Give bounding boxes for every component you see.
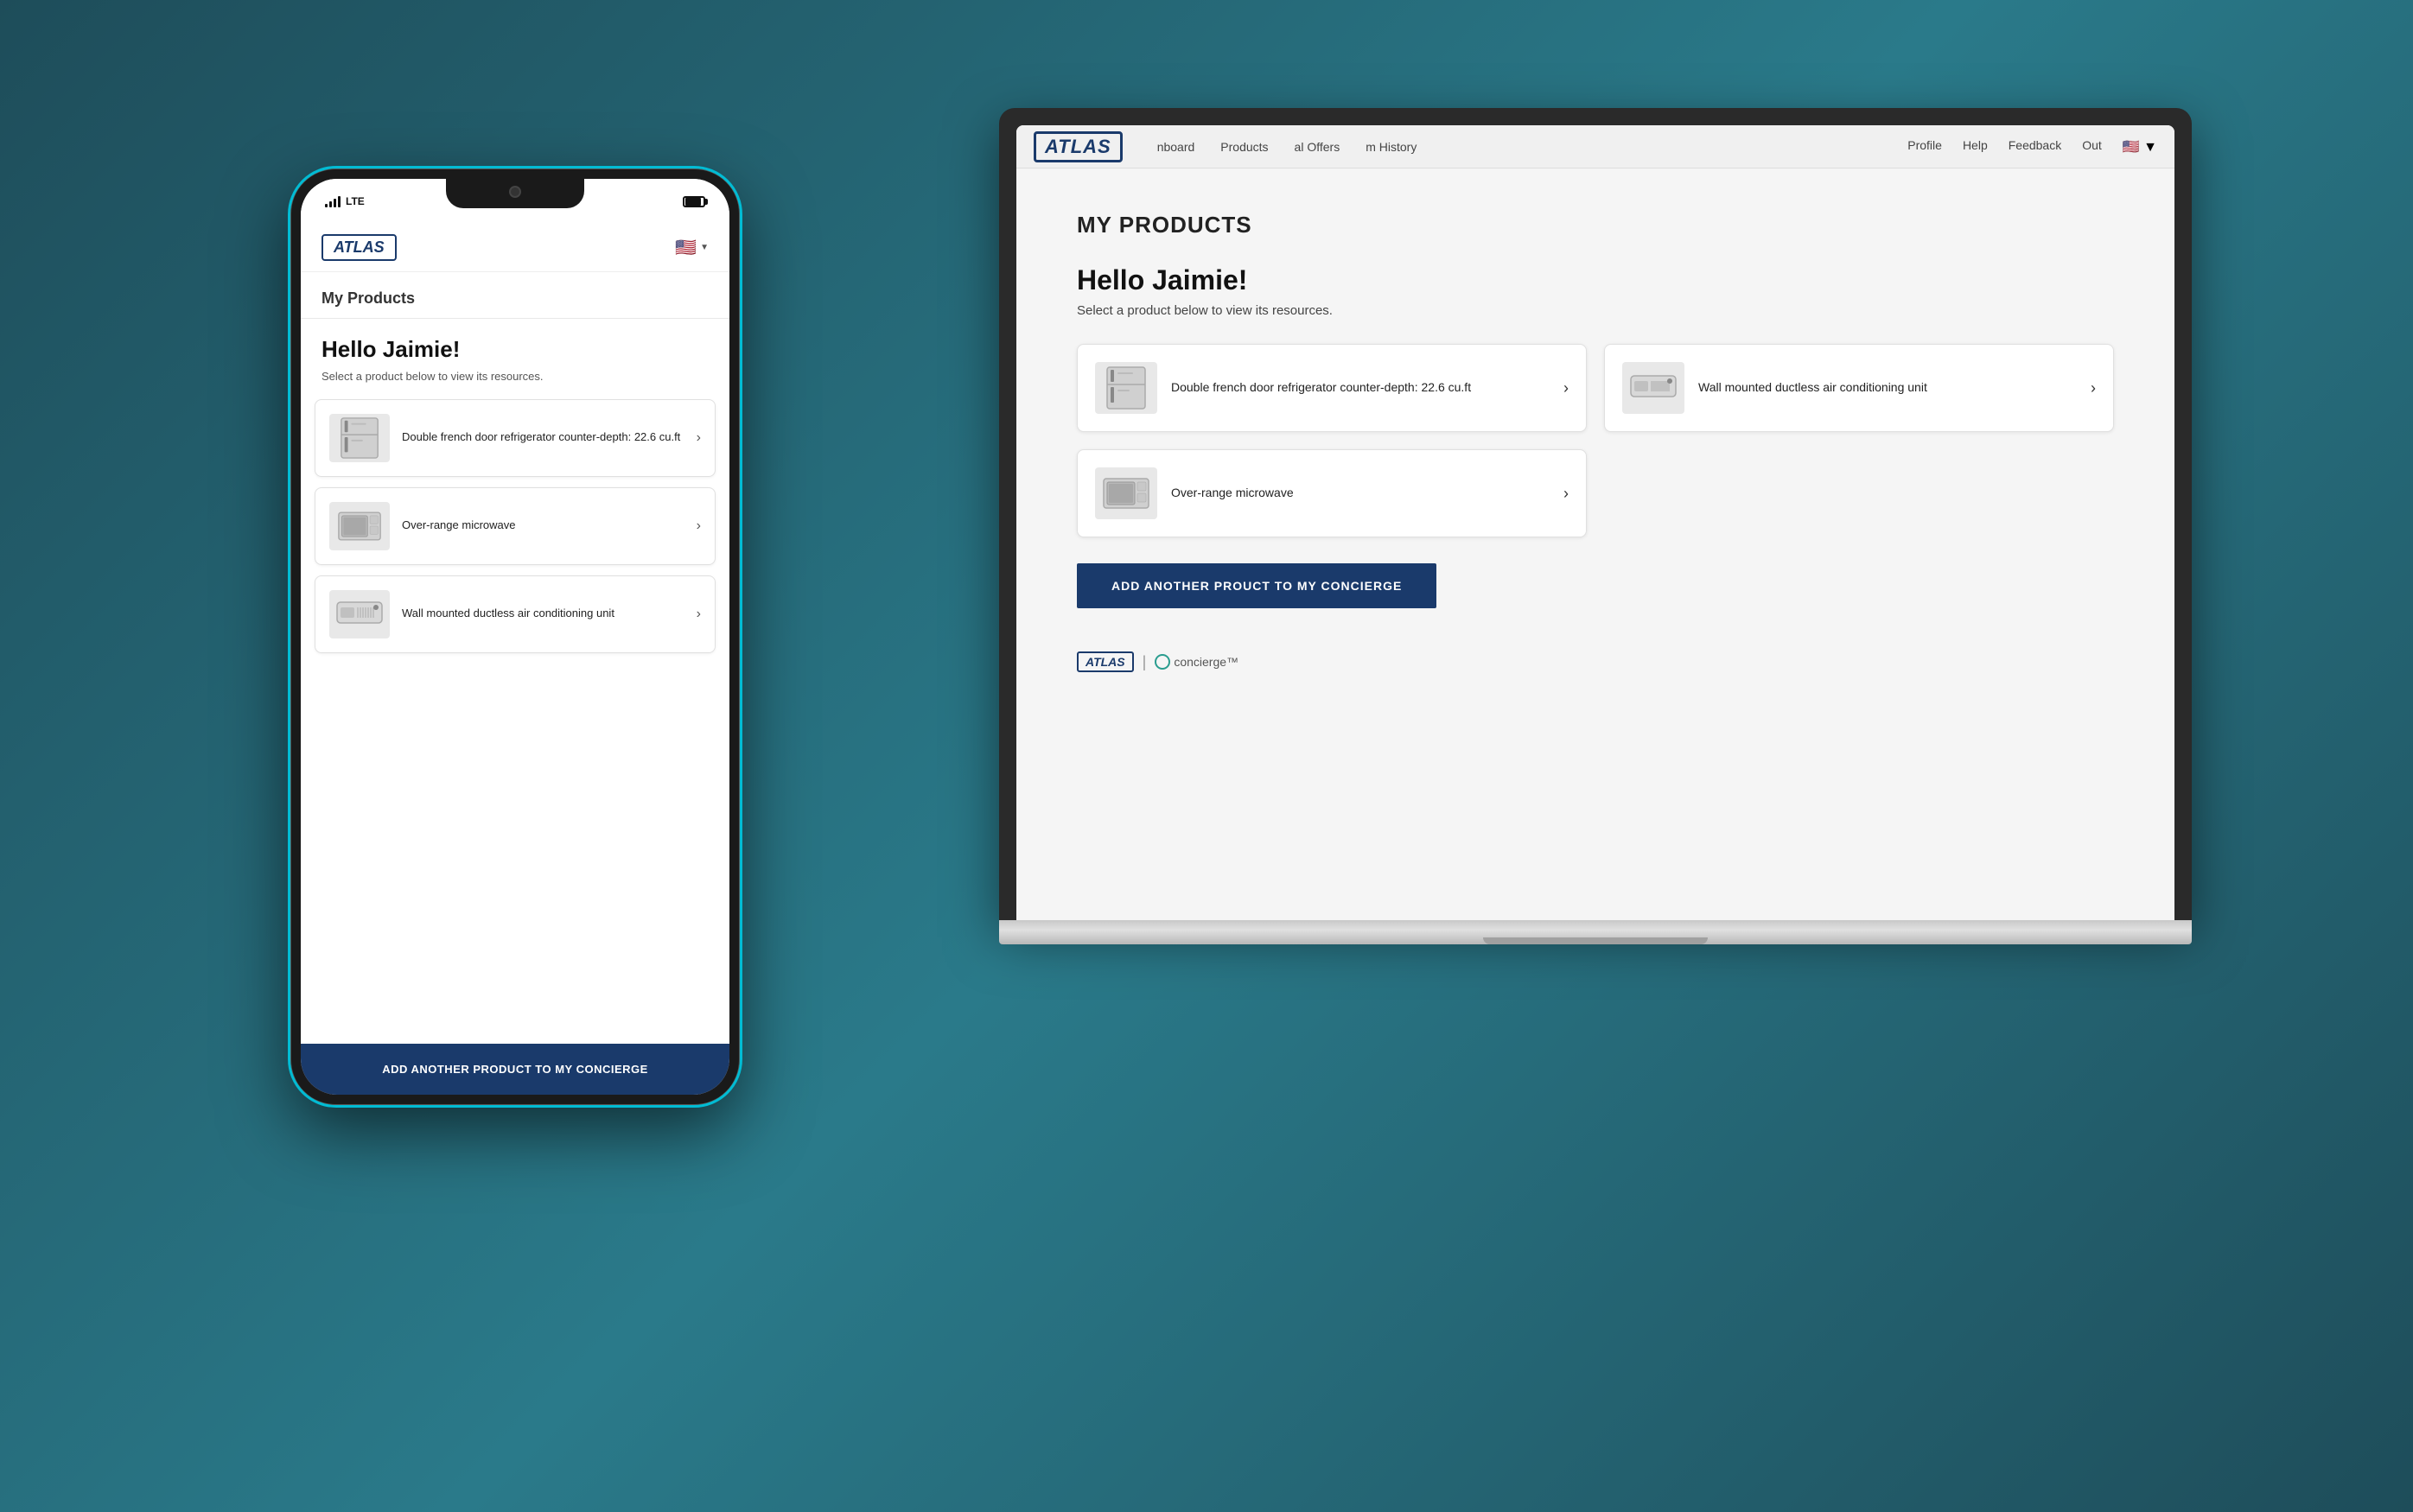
laptop-subtitle: Select a product below to view its resou…	[1077, 303, 2114, 318]
signal-bar-1	[325, 204, 328, 207]
laptop-product-image-ac	[1622, 362, 1684, 414]
flag-emoji: 🇺🇸	[675, 237, 697, 258]
phone-product-image-fridge	[329, 414, 390, 462]
phone-atlas-logo: ATLAS	[322, 234, 397, 261]
laptop-device: ATLAS nboard Products al Offers m Histor…	[999, 108, 2192, 944]
battery-icon	[683, 196, 705, 207]
signal-bar-4	[338, 196, 341, 207]
laptop-footer-logo: ATLAS	[1077, 651, 1134, 672]
laptop-product-arrow-fridge: ›	[1563, 379, 1569, 397]
laptop-product-arrow-ac: ›	[2091, 379, 2096, 397]
laptop-product-card-fridge[interactable]: Double french door refrigerator counter-…	[1077, 344, 1587, 432]
laptop-nav-feedback[interactable]: Feedback	[2009, 138, 2061, 156]
laptop-logo: ATLAS	[1034, 131, 1123, 162]
phone-device: LTE ATLAS 🇺🇸 ▼	[290, 168, 740, 1105]
laptop-footer: ATLAS | concierge™	[1077, 651, 2114, 672]
signal-bars-icon	[325, 195, 341, 207]
laptop-nav: nboard Products al Offers m History	[1157, 140, 1417, 154]
phone-product-arrow-fridge: ›	[697, 430, 701, 446]
laptop-screen: ATLAS nboard Products al Offers m Histor…	[1016, 125, 2174, 920]
phone-outer: LTE ATLAS 🇺🇸 ▼	[290, 168, 740, 1105]
phone-product-image-ac	[329, 590, 390, 638]
laptop-nav-signout[interactable]: Out	[2082, 138, 2102, 156]
phone-product-card-fridge[interactable]: Double french door refrigerator counter-…	[315, 399, 716, 477]
laptop-nav-products[interactable]: Products	[1220, 140, 1268, 154]
laptop-nav-offers[interactable]: al Offers	[1295, 140, 1340, 154]
phone-add-product-button[interactable]: ADD ANOTHER PRODUCT TO MY CONCIERGE	[301, 1044, 729, 1095]
signal-bar-3	[334, 199, 336, 207]
laptop-content: MY PRODUCTS Hello Jaimie! Select a produ…	[1016, 168, 2174, 920]
laptop-product-image-fridge	[1095, 362, 1157, 414]
laptop-add-product-button[interactable]: ADD ANOTHER PROUCT TO MY CONCIERGE	[1077, 563, 1436, 608]
phone-product-card-microwave[interactable]: Over-range microwave ›	[315, 487, 716, 565]
phone-product-card-ac[interactable]: Wall mounted ductless air conditioning u…	[315, 575, 716, 653]
signal-bar-2	[329, 201, 332, 207]
laptop-topbar: ATLAS nboard Products al Offers m Histor…	[1016, 125, 2174, 168]
phone-product-arrow-microwave: ›	[697, 518, 701, 534]
laptop-product-name-ac: Wall mounted ductless air conditioning u…	[1698, 379, 2077, 397]
laptop-nav-help[interactable]: Help	[1963, 138, 1988, 156]
laptop-base	[999, 920, 2192, 944]
laptop-nav-profile[interactable]: Profile	[1907, 138, 1942, 156]
laptop-nav-history[interactable]: m History	[1366, 140, 1417, 154]
phone-product-name-ac: Wall mounted ductless air conditioning u…	[402, 606, 684, 621]
laptop-greeting: Hello Jaimie!	[1077, 264, 2114, 296]
battery-fill	[685, 198, 701, 206]
laptop-product-grid: Double french door refrigerator counter-…	[1077, 344, 2114, 537]
laptop-product-image-microwave	[1095, 467, 1157, 519]
phone-product-list: Double french door refrigerator counter-…	[301, 399, 729, 1045]
laptop-product-card-microwave[interactable]: Over-range microwave ›	[1077, 449, 1587, 537]
phone-product-name-microwave: Over-range microwave	[402, 518, 684, 533]
lte-label: LTE	[346, 195, 365, 207]
phone-screen: LTE ATLAS 🇺🇸 ▼	[301, 179, 729, 1095]
phone-signal: LTE	[325, 195, 365, 207]
phone-battery	[683, 196, 705, 207]
phone-notch	[446, 179, 584, 208]
phone-topbar: ATLAS 🇺🇸 ▼	[301, 224, 729, 272]
flag-dropdown-arrow-icon: ▼	[700, 243, 709, 252]
scene: ATLAS nboard Products al Offers m Histor…	[169, 65, 2244, 1447]
laptop-footer-divider: |	[1143, 653, 1147, 671]
laptop-page-title: MY PRODUCTS	[1077, 212, 2114, 238]
phone-product-image-microwave	[329, 502, 390, 550]
phone-subtitle: Select a product below to view its resou…	[301, 368, 729, 399]
laptop-footer-concierge: concierge™	[1155, 654, 1238, 670]
laptop-product-arrow-microwave: ›	[1563, 485, 1569, 503]
concierge-circle-icon	[1155, 654, 1170, 670]
phone-greeting: Hello Jaimie!	[301, 319, 729, 368]
laptop-product-name-microwave: Over-range microwave	[1171, 485, 1550, 502]
phone-section-title: My Products	[301, 272, 729, 319]
laptop-nav-flag: 🇺🇸 ▼	[2123, 138, 2157, 156]
phone-camera	[509, 186, 521, 198]
laptop-footer-concierge-text: concierge™	[1174, 655, 1238, 669]
laptop-nav-dashboard[interactable]: nboard	[1157, 140, 1195, 154]
laptop-screen-outer: ATLAS nboard Products al Offers m Histor…	[999, 108, 2192, 920]
phone-product-name-fridge: Double french door refrigerator counter-…	[402, 429, 684, 445]
laptop-product-card-ac[interactable]: Wall mounted ductless air conditioning u…	[1604, 344, 2114, 432]
phone-content: My Products Hello Jaimie! Select a produ…	[301, 272, 729, 1095]
phone-flag[interactable]: 🇺🇸 ▼	[675, 237, 709, 258]
laptop-atlas-logo: ATLAS	[1034, 131, 1123, 162]
phone-product-arrow-ac: ›	[697, 607, 701, 622]
phone-status-bar: LTE	[301, 179, 729, 224]
laptop-product-name-fridge: Double french door refrigerator counter-…	[1171, 379, 1550, 397]
